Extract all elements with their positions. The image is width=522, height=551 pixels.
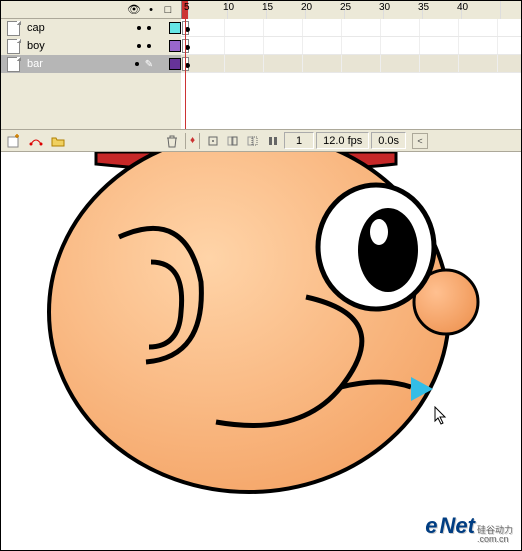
lock-dot[interactable] <box>147 44 151 48</box>
elapsed-time-field: 0.0s <box>371 132 406 149</box>
layer-name-label[interactable]: cap <box>25 22 119 34</box>
watermark: e Net 硅谷动力 .com.cn <box>425 513 513 544</box>
pencil-icon[interactable]: ✎ <box>145 59 153 70</box>
layers-empty-area <box>1 73 521 129</box>
playhead-marker-icon: ♦ <box>190 135 195 146</box>
layer-color-swatch[interactable] <box>169 40 181 52</box>
lock-dot[interactable] <box>147 26 151 30</box>
lock-icon[interactable]: • <box>144 3 158 17</box>
layers-empty-list[interactable] <box>1 73 181 129</box>
layer-visibility-controls[interactable]: ✎ <box>123 59 165 70</box>
eye-icon[interactable]: 👁 <box>127 3 141 17</box>
frame-row[interactable] <box>181 37 521 55</box>
add-folder-button[interactable] <box>49 133 67 149</box>
show-hide-dot[interactable] <box>137 44 141 48</box>
frame-row[interactable] <box>181 19 521 37</box>
add-layer-button[interactable] <box>5 133 23 149</box>
layer-row[interactable]: cap <box>1 19 181 37</box>
stage-canvas[interactable] <box>1 152 521 540</box>
eye-pupil <box>358 208 418 292</box>
layer-row[interactable]: boy <box>1 37 181 55</box>
layer-visibility-controls[interactable] <box>123 26 165 30</box>
add-motion-guide-button[interactable] <box>27 133 45 149</box>
playhead-line[interactable] <box>185 19 186 73</box>
layers-area: cap boy bar ✎ <box>1 19 521 73</box>
onion-skin-button[interactable] <box>224 133 242 149</box>
frames-area[interactable] <box>181 19 521 73</box>
layer-visibility-controls[interactable] <box>123 44 165 48</box>
frames-empty[interactable] <box>181 73 521 129</box>
timeline-panel: 👁 • □ 510152025303540 cap boy bar ✎ <box>1 1 521 152</box>
onion-skin-outlines-button[interactable] <box>244 133 262 149</box>
show-hide-dot[interactable] <box>135 62 139 66</box>
layer-color-swatch[interactable] <box>169 58 181 70</box>
show-hide-dot[interactable] <box>137 26 141 30</box>
timeline-header-row: 👁 • □ 510152025303540 <box>1 1 521 19</box>
scroll-left-button[interactable]: < <box>412 133 428 149</box>
current-frame-field[interactable]: 1 <box>284 132 314 149</box>
outline-icon[interactable]: □ <box>161 3 175 17</box>
frame-ruler[interactable]: 510152025303540 <box>181 1 521 19</box>
frame-row[interactable] <box>181 55 521 73</box>
layer-column-headers: 👁 • □ <box>1 1 181 18</box>
watermark-e: e <box>425 513 437 539</box>
layers-list: cap boy bar ✎ <box>1 19 181 73</box>
eye-highlight <box>370 219 388 245</box>
layer-page-icon <box>7 57 21 71</box>
center-frame-button[interactable] <box>204 133 222 149</box>
layer-name-label[interactable]: bar <box>25 58 119 70</box>
timeline-bottom-bar: ♦ 1 12.0 fps 0.0s < <box>1 129 521 151</box>
edit-multiple-frames-button[interactable] <box>264 133 282 149</box>
layer-page-icon <box>7 21 21 35</box>
ruler-mark[interactable]: 40 <box>462 1 501 19</box>
watermark-cn: 硅谷动力 .com.cn <box>477 526 513 544</box>
layer-row[interactable]: bar ✎ <box>1 55 181 73</box>
playhead-line-ext <box>185 73 186 129</box>
cartoon-drawing <box>1 152 521 540</box>
delete-layer-button[interactable] <box>163 133 181 149</box>
fps-field[interactable]: 12.0 fps <box>316 132 369 149</box>
layer-page-icon <box>7 39 21 53</box>
watermark-net: Net <box>440 513 475 539</box>
layer-name-label[interactable]: boy <box>25 40 119 52</box>
layer-controls <box>5 133 181 149</box>
layer-color-swatch[interactable] <box>169 22 181 34</box>
